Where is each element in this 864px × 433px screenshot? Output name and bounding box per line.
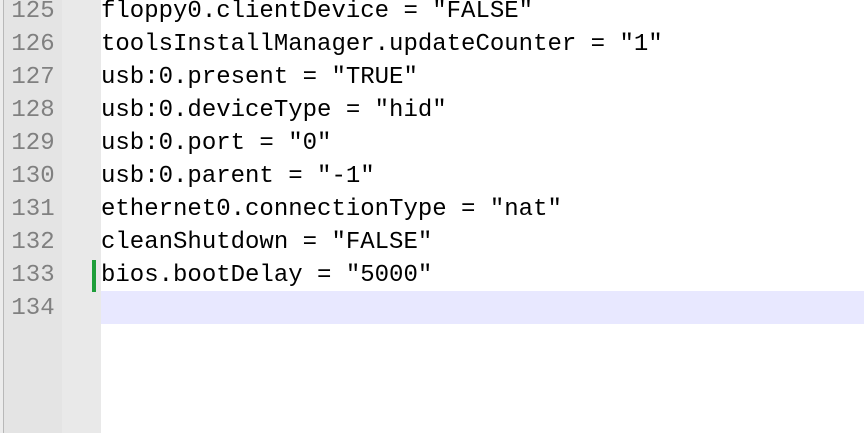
line-text[interactable]: usb:0.deviceType = "hid"	[101, 94, 447, 127]
line-number: 126	[11, 31, 55, 58]
line-text[interactable]: floppy0.clientDevice = "FALSE"	[101, 0, 533, 28]
line-number: 132	[11, 229, 55, 256]
code-line[interactable]: 127 usb:0.present = "TRUE"	[0, 61, 864, 94]
code-line[interactable]: 131 ethernet0.connectionType = "nat"	[0, 193, 864, 226]
line-number: 129	[11, 130, 55, 157]
code-line[interactable]: 129 usb:0.port = "0"	[0, 127, 864, 160]
line-text[interactable]: usb:0.parent = "-1"	[101, 160, 375, 193]
line-text[interactable]: usb:0.port = "0"	[101, 127, 331, 160]
code-line[interactable]: 125 floppy0.clientDevice = "FALSE"	[0, 0, 864, 28]
line-text[interactable]: toolsInstallManager.updateCounter = "1"	[101, 28, 663, 61]
line-number: 131	[11, 196, 55, 223]
code-line[interactable]: 133 bios.bootDelay = "5000"	[0, 259, 864, 292]
line-number: 134	[11, 295, 55, 322]
code-line[interactable]: 128 usb:0.deviceType = "hid"	[0, 94, 864, 127]
code-line-current[interactable]: 134	[0, 292, 864, 325]
text-editor[interactable]: 125 floppy0.clientDevice = "FALSE" 126 t…	[0, 0, 864, 433]
code-line[interactable]: 132 cleanShutdown = "FALSE"	[0, 226, 864, 259]
line-text[interactable]: ethernet0.connectionType = "nat"	[101, 193, 562, 226]
line-text[interactable]: usb:0.present = "TRUE"	[101, 61, 418, 94]
code-line[interactable]: 126 toolsInstallManager.updateCounter = …	[0, 28, 864, 61]
line-number: 130	[11, 163, 55, 190]
code-line[interactable]: 130 usb:0.parent = "-1"	[0, 160, 864, 193]
line-text[interactable]: bios.bootDelay = "5000"	[101, 259, 432, 292]
line-number: 128	[11, 97, 55, 124]
line-number: 127	[11, 64, 55, 91]
line-text[interactable]: cleanShutdown = "FALSE"	[101, 226, 432, 259]
line-number: 133	[11, 262, 55, 289]
line-number: 125	[11, 0, 55, 25]
change-history-marker	[92, 260, 96, 292]
